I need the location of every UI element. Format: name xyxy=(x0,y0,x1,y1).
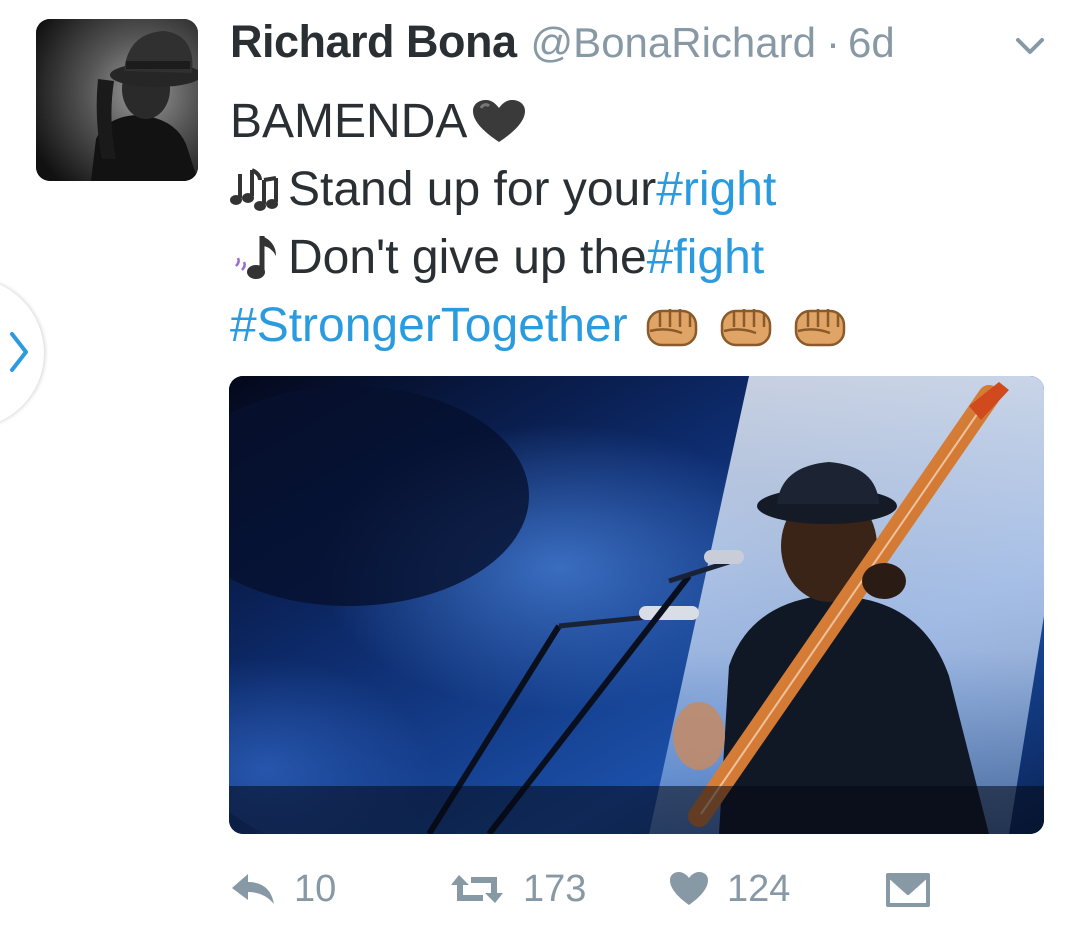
tweet-header: Richard Bona @BonaRichard · 6d xyxy=(230,16,895,72)
chevron-right-icon xyxy=(10,332,28,372)
reply-count: 10 xyxy=(294,867,337,910)
direct-message-icon xyxy=(886,873,930,907)
retweet-button[interactable]: 173 xyxy=(449,866,586,912)
reply-icon xyxy=(232,874,274,904)
tweet-text-line3: Don't give up the xyxy=(288,231,647,284)
oncoming-fist-icon xyxy=(720,309,771,347)
hashtag-fight-link[interactable]: #fight xyxy=(647,224,764,292)
user-handle[interactable]: @BonaRichard xyxy=(531,19,816,67)
tweet-media-photo[interactable] xyxy=(229,376,1044,834)
musical-note-icon xyxy=(235,236,276,279)
black-heart-icon xyxy=(473,100,526,142)
tweet-action-bar: 10 173 124 xyxy=(0,866,1080,912)
reply-button[interactable]: 10 xyxy=(230,866,336,912)
tweet-line-4: #StrongerTogether xyxy=(230,292,846,360)
retweet-icon xyxy=(451,875,503,903)
tweet-line-2: Stand up for your #right xyxy=(230,156,846,224)
concert-photo xyxy=(229,376,1044,834)
like-button[interactable]: 124 xyxy=(669,866,790,912)
oncoming-fist-icon xyxy=(794,309,845,347)
tweet-text-line2: Stand up for your xyxy=(288,163,657,216)
tweet-line-3: Don't give up the #fight xyxy=(230,224,846,292)
fist-emoji-group xyxy=(646,303,846,349)
direct-message-button[interactable] xyxy=(886,866,930,912)
side-drawer-tab[interactable] xyxy=(0,278,44,428)
retweet-count: 173 xyxy=(523,867,587,910)
tweet-text-bamenda: BAMENDA xyxy=(230,95,468,148)
oncoming-fist-icon xyxy=(646,309,697,347)
hashtag-right-link[interactable]: #right xyxy=(656,156,776,224)
display-name[interactable]: Richard Bona xyxy=(230,16,517,68)
caret-down-icon[interactable] xyxy=(1014,36,1046,56)
tweet-line-1: BAMENDA xyxy=(230,88,846,156)
tweet-timestamp[interactable]: 6d xyxy=(848,19,895,67)
heart-icon xyxy=(670,872,708,905)
avatar[interactable] xyxy=(36,19,198,181)
like-count: 124 xyxy=(727,867,791,910)
hashtag-strongertogether-link[interactable]: #StrongerTogether xyxy=(230,292,628,360)
tweet-text: BAMENDA Stand up for your #right Don't g… xyxy=(230,88,846,360)
multiple-musical-notes-icon xyxy=(230,168,278,211)
separator-dot: · xyxy=(826,19,840,66)
avatar-image xyxy=(36,19,198,181)
